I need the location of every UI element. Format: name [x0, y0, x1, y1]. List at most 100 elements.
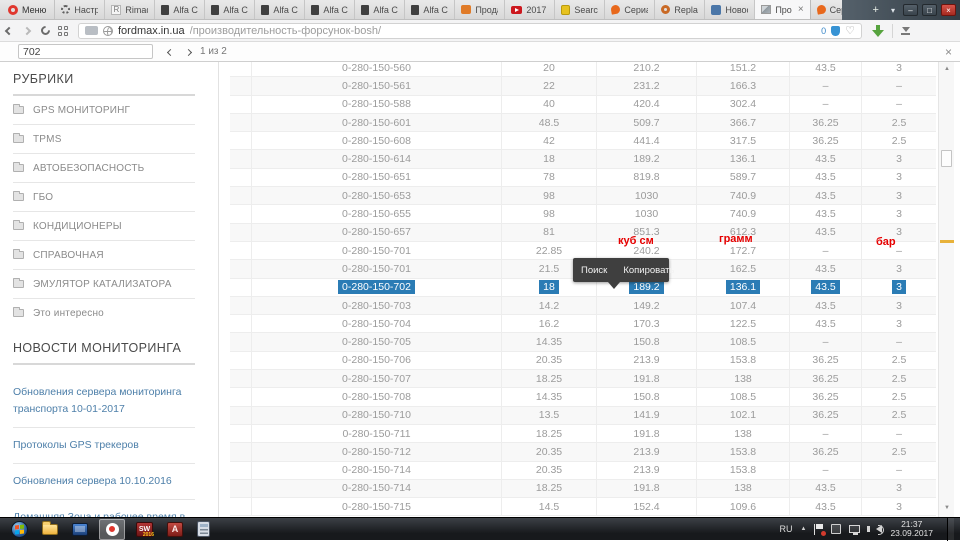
browser-tab[interactable]: Новости ×: [705, 0, 756, 19]
language-indicator[interactable]: RU: [780, 524, 793, 534]
action-center-flag-icon[interactable]: [814, 523, 827, 536]
hidden-icons-arrow[interactable]: ▲: [801, 526, 807, 532]
news-list: Обновления сервера мониторинга транспорт…: [13, 375, 195, 517]
browser-tab[interactable]: Alfa Clas ×: [305, 0, 356, 19]
table-row[interactable]: 0-280-150-651 78 819.8 589.7 43.5 3: [230, 168, 936, 188]
context-menu-copy[interactable]: Копировать: [615, 265, 682, 276]
bookmark-heart-icon[interactable]: ♡: [845, 25, 855, 36]
folder-icon: [13, 133, 24, 143]
browser-tab[interactable]: Alfa Clas ×: [155, 0, 206, 19]
find-next-button[interactable]: [180, 42, 196, 62]
cell-value: 18: [543, 153, 555, 166]
opera-menu-button[interactable]: Меню: [0, 0, 56, 19]
taskbar-calculator-icon[interactable]: [197, 521, 210, 537]
tab-favicon: [161, 4, 170, 15]
taskbar-autocad-icon[interactable]: A: [167, 521, 183, 537]
toolbar-button[interactable]: Настрой: [55, 0, 106, 19]
browser-tab[interactable]: Alfa Clas ×: [255, 0, 306, 19]
shield-icon[interactable]: [831, 25, 841, 36]
table-row[interactable]: 0-280-150-712 20.35 213.9 153.8 36.25 2.…: [230, 443, 936, 462]
news-link[interactable]: Домашняя Зона и рабочее время в GPS мони…: [13, 500, 195, 517]
context-menu-search[interactable]: Поиск: [573, 265, 615, 276]
table-row[interactable]: 0-280-150-715 14.5 152.4 109.6 43.5 3: [230, 498, 936, 517]
browser-tab[interactable]: Сериал ×: [605, 0, 656, 19]
network-icon[interactable]: [849, 525, 861, 535]
table-row[interactable]: 0-280-150-614 18 189.2 136.1 43.5 3: [230, 150, 936, 169]
table-row[interactable]: 0-280-150-705 14.35 150.8 108.5 – –: [230, 333, 936, 352]
tab-close-icon[interactable]: ×: [798, 4, 804, 15]
find-input[interactable]: [18, 44, 153, 59]
speed-dial-button[interactable]: [54, 22, 72, 40]
table-row[interactable]: 0-280-150-706 20.35 213.9 153.8 36.25 2.…: [230, 351, 936, 371]
cell-value: 152.4: [633, 500, 660, 513]
tray-utility-icon[interactable]: [831, 524, 842, 534]
tray-clock[interactable]: 21:37 23.09.2017: [890, 519, 933, 539]
start-button[interactable]: [11, 520, 28, 538]
table-row[interactable]: 0-280-150-707 18.25 191.8 138 36.25 2.5: [230, 370, 936, 389]
volume-icon[interactable]: [867, 525, 885, 535]
window-close-button[interactable]: ×: [941, 4, 956, 16]
url-field[interactable]: fordmax.in.ua /производительность-форсун…: [78, 22, 862, 39]
sidebar-rubric-item[interactable]: TPMS: [13, 125, 195, 154]
sidebar-rubric-item[interactable]: КОНДИЦИОНЕРЫ: [13, 212, 195, 241]
table-row[interactable]: 0-280-150-608 42 441.4 317.5 36.25 2.5: [230, 132, 936, 151]
taskbar-viewer-app-icon[interactable]: [72, 522, 88, 536]
reload-button[interactable]: [36, 22, 54, 40]
back-button[interactable]: [0, 22, 18, 40]
sidebar-rubric-item[interactable]: ГБО: [13, 183, 195, 212]
scrollbar-thumb[interactable]: [941, 150, 952, 167]
browser-tab[interactable]: Прода ×: [455, 0, 506, 19]
news-link[interactable]: Протоколы GPS трекеров: [13, 428, 195, 464]
browser-tab[interactable]: Alfa Clas ×: [355, 0, 406, 19]
sidebar-rubric-item[interactable]: АВТОБЕЗОПАСНОСТЬ: [13, 154, 195, 183]
table-row[interactable]: 0-280-150-561 22 231.2 166.3 – –: [230, 77, 936, 96]
cell-part-number: 0-280-150-706: [342, 354, 411, 367]
find-previous-button[interactable]: [162, 42, 178, 62]
table-row[interactable]: 0-280-150-657 81 851.3 612.3 43.5 3: [230, 223, 936, 242]
table-row[interactable]: 0-280-150-714 20.35 213.9 153.8 – –: [230, 461, 936, 480]
browser-tab[interactable]: Про ×: [755, 0, 811, 19]
row-gutter: [230, 77, 252, 95]
tab-menu-icon[interactable]: ▾: [887, 6, 899, 15]
table-row[interactable]: 0-280-150-588 40 420.4 302.4 – –: [230, 95, 936, 114]
tab-label: Новости: [725, 4, 748, 15]
window-minimize-button[interactable]: –: [903, 4, 918, 16]
taskbar-opera-icon[interactable]: [99, 518, 125, 540]
table-row[interactable]: 0-280-150-653 98 1030 740.9 43.5 3: [230, 187, 936, 206]
downloads-icon[interactable]: [901, 26, 910, 35]
cell-value: 317.5: [729, 134, 757, 147]
show-desktop-button[interactable]: [947, 517, 954, 541]
table-row[interactable]: 0-280-150-703 14.2 149.2 107.4 43.5 3: [230, 296, 936, 316]
table-row[interactable]: 0-280-150-714 18.25 191.8 138 43.5 3: [230, 479, 936, 499]
forward-button[interactable]: [18, 22, 36, 40]
browser-tab[interactable]: Alfa Clas ×: [405, 0, 456, 19]
sidebar-rubric-item[interactable]: СПРАВОЧНАЯ: [13, 241, 195, 270]
table-row[interactable]: 0-280-150-560 20 210.2 151.2 43.5 3: [230, 62, 936, 78]
news-link[interactable]: Обновления сервера мониторинга транспорт…: [13, 375, 195, 428]
sidebar-rubric-item[interactable]: Это интересно: [13, 299, 195, 327]
table-row[interactable]: 0-280-150-710 13.5 141.9 102.1 36.25 2.5: [230, 406, 936, 425]
cell-value: 18.25: [535, 427, 563, 440]
table-row[interactable]: 0-280-150-708 14.35 150.8 108.5 36.25 2.…: [230, 388, 936, 407]
browser-tab[interactable]: 2017 GS ×: [505, 0, 556, 19]
page-scrollbar[interactable]: ▲ ▼: [938, 62, 954, 517]
find-close-icon[interactable]: ×: [945, 45, 952, 59]
table-row[interactable]: 0-280-150-655 98 1030 740.9 43.5 3: [230, 205, 936, 224]
taskbar-explorer-icon[interactable]: [42, 520, 58, 535]
browser-tab[interactable]: Alfa Clas ×: [205, 0, 256, 19]
scrollbar-down-icon[interactable]: ▼: [939, 505, 955, 511]
table-row[interactable]: 0-280-150-601 48.5 509.7 366.7 36.25 2.5: [230, 113, 936, 133]
toolbar-button[interactable]: R Rimades: [105, 0, 156, 19]
news-link[interactable]: Обновления сервера 10.10.2016: [13, 464, 195, 500]
sidebar-rubric-item[interactable]: GPS МОНИТОРИНГ: [13, 96, 195, 125]
table-row[interactable]: 0-280-150-711 18.25 191.8 138 – –: [230, 424, 936, 444]
browser-tab[interactable]: Search ×: [555, 0, 606, 19]
table-row[interactable]: 0-280-150-704 16.2 170.3 122.5 43.5 3: [230, 315, 936, 334]
scrollbar-up-icon[interactable]: ▲: [939, 66, 955, 72]
browser-tab[interactable]: Replace ×: [655, 0, 706, 19]
window-maximize-button[interactable]: □: [922, 4, 937, 16]
sidebar-rubric-item[interactable]: ЭМУЛЯТОР КАТАЛИЗАТОРА: [13, 270, 195, 299]
extension-green-arrow-icon[interactable]: [872, 24, 884, 37]
new-tab-button[interactable]: +: [869, 4, 883, 16]
taskbar-solidworks-icon[interactable]: SW 2016: [136, 521, 154, 538]
